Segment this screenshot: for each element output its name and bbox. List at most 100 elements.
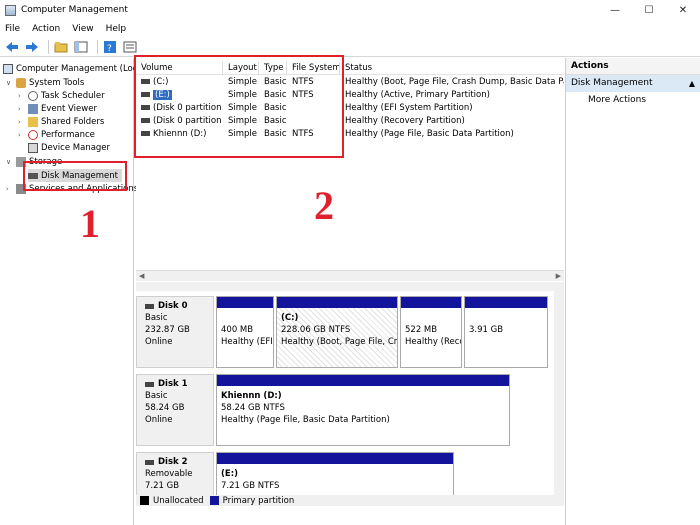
partition-size: 522 MB (405, 325, 438, 335)
tree-label: Shared Folders (41, 116, 105, 127)
event-viewer-icon (28, 103, 38, 114)
partition-label: (C:) (281, 313, 299, 323)
menu-action[interactable]: Action (32, 24, 60, 34)
partition-size: 400 MB (221, 325, 254, 335)
partition-status: Healthy (Page File, Basic Data Partition… (221, 415, 390, 425)
disk-size: 7.21 GB (145, 481, 180, 491)
disk-icon (145, 303, 154, 309)
partition-label: (E:) (221, 469, 238, 479)
collapse-icon[interactable]: ∨ (6, 79, 14, 87)
maximize-button[interactable]: ☐ (632, 0, 666, 20)
annotation-box-2 (134, 55, 344, 158)
up-folder-icon[interactable] (53, 39, 69, 55)
partition-size: 7.21 GB NTFS (221, 481, 280, 491)
disk-name: Disk 0 (158, 301, 188, 311)
expand-icon[interactable]: › (18, 118, 26, 126)
actions-section-label: Disk Management (571, 78, 653, 88)
volume-status: Healthy (Recovery Partition) (345, 116, 465, 126)
disk-layout-area: Disk 0 Basic 232.87 GB Online 400 MB Hea… (136, 291, 564, 525)
back-icon[interactable] (4, 39, 20, 55)
device-manager-icon (28, 142, 38, 153)
disk-name: Disk 1 (158, 379, 188, 389)
tree-label: System Tools (29, 77, 85, 88)
vertical-scrollbar[interactable] (554, 291, 564, 495)
disk-size: 232.87 GB (145, 325, 190, 335)
expand-icon[interactable]: › (6, 185, 14, 193)
menu-view[interactable]: View (72, 24, 93, 34)
tree-item-shared-folders[interactable]: › Shared Folders (18, 115, 104, 128)
actions-section[interactable]: Disk Management ▲ (566, 75, 700, 92)
forward-icon[interactable] (24, 39, 40, 55)
partition-d[interactable]: Khiennn (D:) 58.24 GB NTFS Healthy (Page… (216, 374, 510, 446)
disk-row: Disk 2 Removable 7.21 GB (E:) 7.21 GB NT… (136, 452, 554, 496)
expand-icon[interactable]: › (18, 105, 26, 113)
partition-e[interactable]: (E:) 7.21 GB NTFS (216, 452, 454, 496)
expand-icon[interactable]: › (18, 131, 26, 139)
tree-item-event-viewer[interactable]: › Event Viewer (18, 102, 97, 115)
tree-item-root[interactable]: Computer Management (Local) (3, 62, 148, 75)
expand-icon[interactable]: › (18, 92, 26, 100)
partition-bar (217, 297, 273, 308)
partition-bar (277, 297, 397, 308)
disk-name: Disk 2 (158, 457, 188, 467)
disk-icon (145, 381, 154, 387)
tree-item-performance[interactable]: › Performance (18, 128, 95, 141)
shared-folder-icon (28, 116, 38, 127)
more-actions-link[interactable]: More Actions (566, 92, 700, 109)
menu-file[interactable]: File (5, 24, 20, 34)
partition-status: Healthy (Boot, Page File, Crash (281, 337, 397, 347)
toolbar-separator (48, 39, 49, 54)
disk-row: Disk 1 Basic 58.24 GB Online Khiennn (D:… (136, 374, 554, 446)
partition-disk0-4[interactable]: 3.91 GB (464, 296, 548, 368)
partition-size: 3.91 GB (469, 325, 504, 335)
tree-item-device-manager[interactable]: Device Manager (28, 141, 110, 154)
disk-info[interactable]: Disk 0 Basic 232.87 GB Online (136, 296, 214, 368)
scroll-right-icon[interactable]: ▶ (556, 272, 561, 280)
volume-status: Healthy (EFI System Partition) (345, 103, 473, 113)
computer-management-icon (5, 4, 16, 16)
legend-primary: Primary partition (222, 495, 295, 506)
scroll-left-icon[interactable]: ◀ (139, 272, 144, 280)
properties-icon[interactable] (122, 39, 138, 55)
tree-label: Task Scheduler (41, 90, 105, 101)
tree-item-system-tools[interactable]: ∨ System Tools (6, 76, 84, 89)
disk-icon (145, 459, 154, 465)
partition-bar (217, 375, 509, 386)
disk-state: Online (145, 415, 173, 425)
menu-help[interactable]: Help (106, 24, 127, 34)
show-hide-tree-icon[interactable] (73, 39, 89, 55)
tree-label: Computer Management (Local) (16, 63, 149, 74)
collapse-icon[interactable]: ∨ (6, 158, 14, 166)
toolbar-separator (97, 39, 98, 54)
svg-text:?: ? (107, 44, 112, 53)
horizontal-scrollbar[interactable]: ◀ ▶ (136, 270, 564, 281)
tree-label: Event Viewer (41, 103, 97, 114)
unallocated-swatch (140, 496, 149, 505)
partition-bar (401, 297, 461, 308)
annotation-box-1 (23, 161, 127, 191)
disk-row: Disk 0 Basic 232.87 GB Online 400 MB Hea… (136, 296, 554, 368)
disk-info[interactable]: Disk 1 Basic 58.24 GB Online (136, 374, 214, 446)
disk-kind: Basic (145, 391, 168, 401)
disk-info[interactable]: Disk 2 Removable 7.21 GB (136, 452, 214, 496)
close-button[interactable]: ✕ (666, 0, 700, 20)
pane-splitter[interactable] (136, 282, 564, 291)
partition-recovery[interactable]: 522 MB Healthy (Recc (400, 296, 462, 368)
clock-icon (28, 90, 38, 101)
partition-efi[interactable]: 400 MB Healthy (EFI : (216, 296, 274, 368)
console-tree: Computer Management (Local) ∨ System Too… (0, 58, 148, 525)
actions-pane: Actions Disk Management ▲ More Actions (565, 58, 700, 525)
column-header-status[interactable]: Status (340, 62, 564, 75)
toolbar: ? (0, 37, 700, 57)
minimize-button[interactable]: — (598, 0, 632, 20)
partition-label: Khiennn (D:) (221, 391, 282, 401)
help-icon[interactable]: ? (102, 39, 118, 55)
partition-status: Healthy (Recc (405, 337, 461, 347)
partition-c[interactable]: (C:) 228.06 GB NTFS Healthy (Boot, Page … (276, 296, 398, 368)
tree-item-task-scheduler[interactable]: › Task Scheduler (18, 89, 105, 102)
annotation-number-2: 2 (314, 183, 334, 228)
tools-icon (16, 77, 26, 88)
collapse-caret-icon[interactable]: ▲ (689, 75, 695, 92)
legend: Unallocated Primary partition (136, 495, 564, 506)
window-controls: — ☐ ✕ (598, 0, 700, 20)
